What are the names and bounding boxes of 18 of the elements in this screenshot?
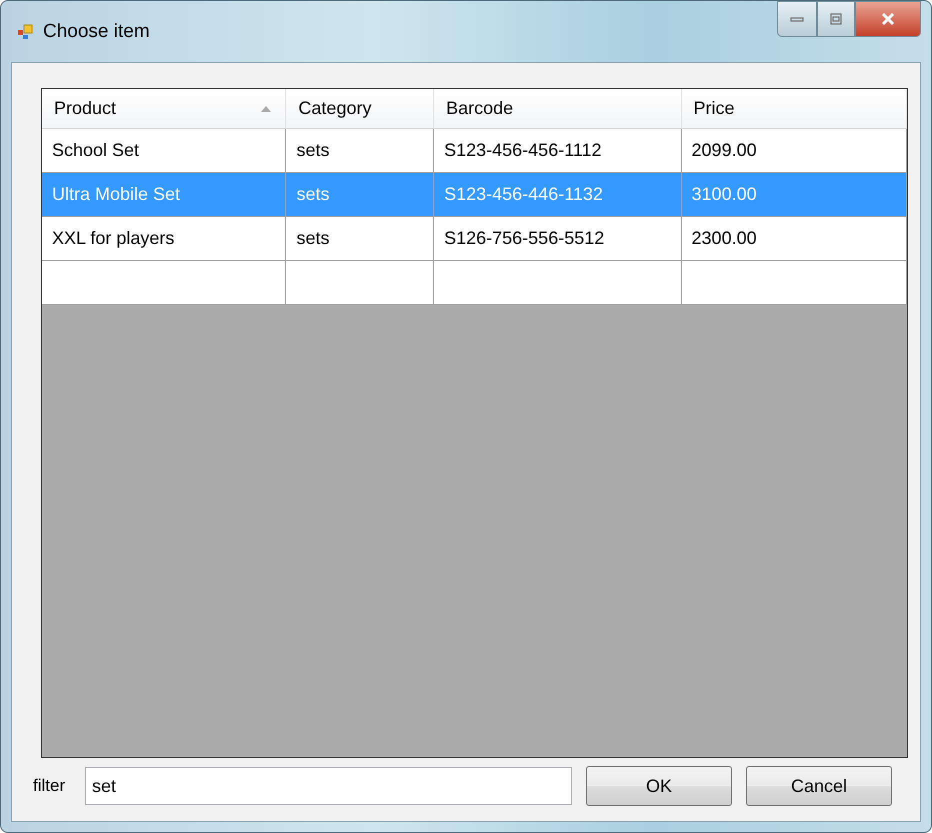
close-icon [881, 13, 895, 25]
minimize-button[interactable] [777, 1, 817, 37]
filter-label: filter [32, 776, 66, 796]
filter-field[interactable]: set [85, 767, 572, 805]
column-header[interactable]: Category [286, 89, 434, 128]
table-row[interactable]: XXL for players sets S126-756-556-5512 2300.00 [42, 217, 907, 261]
maximize-icon [830, 13, 842, 25]
minimize-icon [790, 16, 804, 22]
column-header[interactable]: Price [682, 89, 907, 128]
table-row[interactable]: School Set sets S123-456-456-1112 2099.00 [42, 129, 907, 173]
window-title: Choose item [43, 20, 150, 42]
column-header[interactable]: Barcode [434, 89, 682, 128]
close-button[interactable] [855, 1, 921, 37]
column-header[interactable]: Product [42, 89, 286, 128]
ok-button[interactable]: OK [586, 766, 732, 806]
cancel-button[interactable]: Cancel [746, 766, 892, 806]
app-icon [17, 24, 33, 40]
maximize-button[interactable] [817, 1, 855, 37]
